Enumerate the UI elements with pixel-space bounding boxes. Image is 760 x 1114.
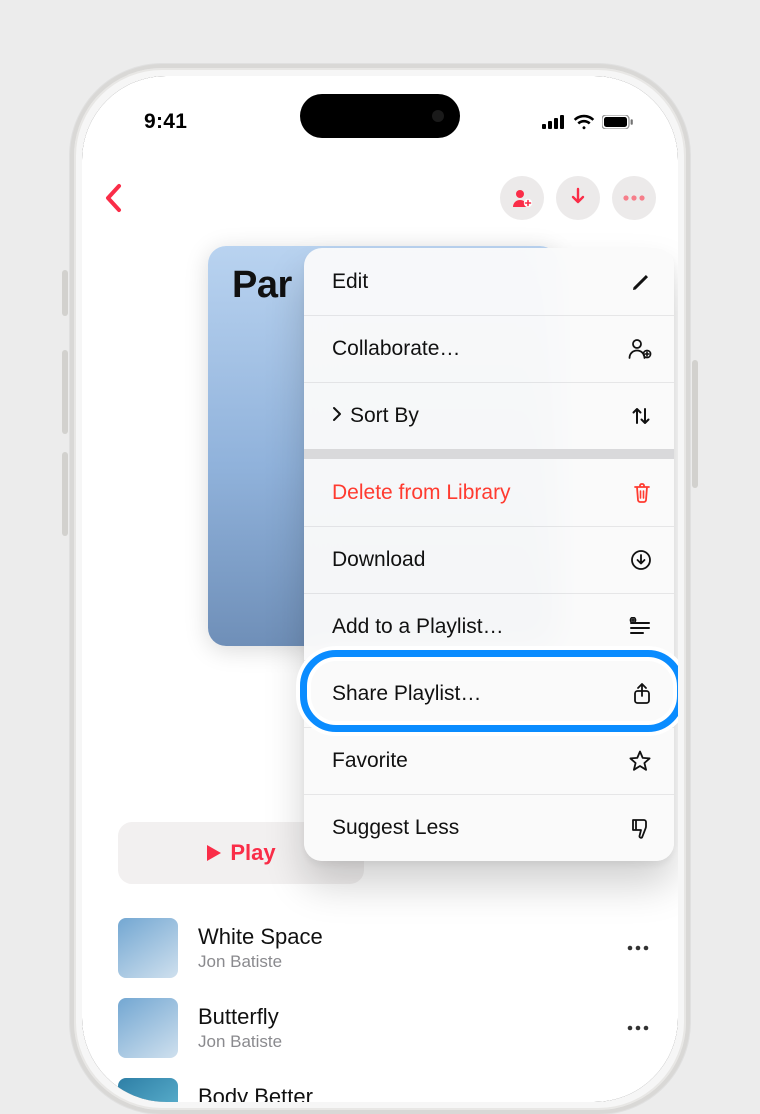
person-add-icon [622,338,652,360]
star-icon [622,749,652,773]
phone-volume-up [62,350,68,434]
status-time: 9:41 [144,110,187,134]
menu-delete[interactable]: Delete from Library [304,459,674,526]
chevron-right-icon [332,404,342,428]
trash-icon [622,482,652,504]
download-circle-icon [622,549,652,571]
thumbs-down-icon [622,816,652,840]
nav-bar [82,166,678,230]
play-icon [206,844,222,862]
share-icon [622,682,652,706]
battery-icon [602,115,634,129]
menu-share-playlist[interactable]: Share Playlist… [304,660,674,727]
track-artwork [118,918,178,978]
menu-label: Download [332,548,425,572]
menu-label: Add to a Playlist… [332,615,504,639]
list-item[interactable]: White Space Jon Batiste [118,908,656,988]
menu-download[interactable]: Download [304,526,674,593]
menu-add-to-playlist[interactable]: Add to a Playlist… [304,593,674,660]
status-bar: 9:41 [82,76,678,148]
track-title: White Space [198,924,620,950]
phone-side-button [692,360,698,488]
track-list: White Space Jon Batiste Butterfly Jon Ba… [82,908,678,1102]
track-artwork [118,998,178,1058]
menu-label: Edit [332,270,368,294]
back-button[interactable] [104,183,122,213]
track-artist: Jon Batiste [198,952,620,972]
menu-favorite[interactable]: Favorite [304,727,674,794]
menu-label: Collaborate… [332,337,460,361]
track-artist: Jon Batiste [198,1032,620,1052]
track-more-button[interactable] [620,945,656,951]
menu-edit[interactable]: Edit [304,248,674,315]
context-menu: Edit Collaborate… [304,248,674,861]
wifi-icon [573,114,595,130]
track-artwork [118,1078,178,1102]
more-button[interactable] [612,176,656,220]
track-more-button[interactable] [620,1025,656,1031]
add-collaborator-button[interactable] [500,176,544,220]
menu-suggest-less[interactable]: Suggest Less [304,794,674,861]
add-to-list-icon [622,617,652,637]
app-screen: 9:41 [82,76,678,1102]
list-item[interactable]: Body Better Maisie Peters [118,1068,656,1102]
download-button[interactable] [556,176,600,220]
menu-collaborate[interactable]: Collaborate… [304,315,674,382]
menu-label: Delete from Library [332,481,511,505]
menu-label: Suggest Less [332,816,459,840]
menu-separator [304,449,674,459]
cellular-icon [542,115,566,129]
list-item[interactable]: Butterfly Jon Batiste [118,988,656,1068]
pencil-icon [622,271,652,293]
play-label: Play [230,840,275,866]
sort-icon [622,405,652,427]
menu-sort-by[interactable]: Sort By [304,382,674,449]
track-title: Body Better [198,1084,620,1102]
phone-silent-switch [62,270,68,316]
menu-label: Favorite [332,749,408,773]
phone-frame: 9:41 [70,64,690,1114]
menu-label: Share Playlist… [332,682,481,706]
menu-label: Sort By [350,404,419,428]
phone-volume-down [62,452,68,536]
track-title: Butterfly [198,1004,620,1030]
